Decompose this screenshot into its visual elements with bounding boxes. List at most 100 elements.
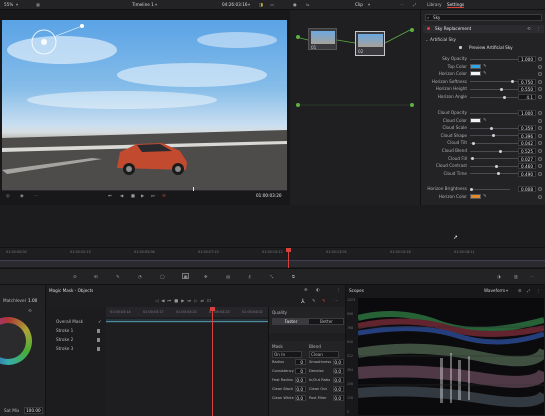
mask-playhead-head[interactable] [210,307,215,311]
preview-checkbox[interactable] [459,46,462,49]
cloud-blend-knob[interactable] [498,149,502,153]
track-mode-icon[interactable] [97,329,100,333]
scopes-expand-icon[interactable]: ⤢ [527,288,530,293]
scopes-settings-icon[interactable]: ⚙ [518,288,522,293]
waveform-icon[interactable]: ◑ [497,274,501,279]
tab-settings[interactable]: Settings [447,2,465,8]
wheel-reset-icon[interactable]: ⟲ [28,308,32,313]
track-mode-icon[interactable] [97,347,100,351]
fullscreen-icon[interactable]: ⤢ [413,2,416,7]
node-output-dot-2[interactable] [410,103,414,107]
cloud-scale-knob[interactable] [489,126,493,130]
viewer-scrub-bar[interactable] [2,190,287,191]
horizon-height-reset-icon[interactable] [538,87,542,92]
mask-setting-value[interactable]: 0 [295,359,306,365]
tracker-icon[interactable]: ✥ [204,274,208,279]
mode-a-select[interactable]: On In [272,351,302,358]
track-reverse-icon[interactable]: ◀ [161,298,164,303]
horizon-brightness-slider[interactable] [470,187,510,191]
node-editor[interactable]: 01 02 [290,10,420,205]
timeline-dropdown-icon[interactable]: ▾ [155,2,157,7]
sizing-icon[interactable]: ⤡ [270,274,273,279]
timeline-track[interactable] [0,260,545,267]
cloud-scale-value[interactable]: 0.359 [518,125,536,132]
horizon-softness-knob[interactable] [511,80,515,84]
horizon-brightness-knob[interactable] [470,187,474,191]
reverse-icon[interactable]: ◀ [120,193,123,198]
cloud-fill-value[interactable]: 0.027 [518,155,536,162]
clip-mode-select[interactable]: Clip [355,2,363,7]
horizon-color-picker-icon[interactable]: ✎ [483,193,487,198]
sync-icon[interactable]: ⇋ [306,2,310,7]
grid-view-icon[interactable]: ▦ [36,2,40,7]
node-input-dot[interactable] [296,35,300,39]
track-reverse-frame-icon[interactable]: ◁ [155,298,158,303]
layout-icon[interactable]: ▭ [270,2,274,7]
scopes-icon[interactable]: ▥ [514,274,518,279]
viewer-more-icon[interactable]: ⋯ [34,193,38,198]
color-wheels-icon[interactable]: ⊘ [73,274,77,279]
cloud-blend-value[interactable]: 0.525 [518,148,536,154]
node-view-icon[interactable]: ● [293,2,297,7]
horizon-height-knob[interactable] [500,87,504,91]
node-01[interactable]: 01 [308,28,337,50]
blur-icon[interactable]: ▤ [226,274,230,279]
magic-mask-menu-icon[interactable]: ⋮ [336,287,340,292]
zoom-level[interactable]: 55% [4,2,13,7]
mask-setting-value-2[interactable]: 0.0 [333,377,344,383]
3d-icon[interactable]: ⧉ [292,274,295,279]
cloud-blend-reset-icon[interactable] [538,149,542,153]
zoom-dropdown-icon[interactable]: ▾ [16,2,18,7]
stroke-subtract-icon[interactable]: ✎ [322,298,326,303]
person-select-icon[interactable]: ⅄ [301,298,305,305]
eyedropper-icon[interactable]: ✎ [116,274,120,279]
rgb-mixer-icon[interactable]: ⊞ [94,274,98,279]
cloud-tilt-reset-icon[interactable] [538,141,542,146]
tab-library[interactable]: Library [427,2,442,7]
sat-mix-value[interactable]: 100.00 [24,407,43,414]
comment-icon[interactable]: ◨ [259,2,263,7]
horizon-color-picker-icon[interactable]: ✎ [483,70,487,75]
skip-to-end-icon[interactable]: ⏭ [151,193,155,198]
marker-icon[interactable]: ▾ [248,2,250,7]
mask-setting-value[interactable]: 0.0 [295,386,306,392]
horizon-height-value[interactable]: 0.550 [518,86,536,93]
effect-reset-icon[interactable]: ⟲ [527,26,531,31]
mask-setting-value-2[interactable]: 0.0 [333,395,344,401]
track-zoom-icon[interactable]: ⊡ [207,298,211,303]
cloud-contrast-reset-icon[interactable] [538,164,542,169]
track-check-icon[interactable]: ✓ [98,319,102,324]
info-icon[interactable]: ⋯ [530,274,534,279]
track-forward-icon[interactable]: ▶ [181,298,184,303]
audio-icon[interactable]: ◉ [20,193,24,198]
horizon-color-swatch[interactable] [470,71,481,77]
key-icon[interactable]: ⚷ [248,274,251,279]
cloud-tilt-knob[interactable] [472,141,476,145]
stop-icon[interactable]: ■ [131,193,135,198]
scopes-mode-dropdown-icon[interactable]: ▾ [506,288,508,293]
loop-icon[interactable]: ⟲ [162,193,166,198]
top-color-swatch[interactable] [470,63,481,69]
stroke-add-icon[interactable]: ✎ [312,298,316,303]
sky-opacity-value[interactable]: 1.000 [518,56,536,62]
section-chevron-icon[interactable]: ⌄ [425,37,429,42]
cloud-opacity-value[interactable]: 1.000 [518,110,536,116]
effect-enabled-icon[interactable] [427,27,430,30]
tab-faster[interactable]: Faster [273,319,309,324]
timeline-playhead-head[interactable] [286,248,291,252]
viewer-options-icon[interactable]: ◎ [6,193,10,198]
horizon-brightness-reset-icon[interactable] [538,187,542,191]
horizon-color-reset-icon[interactable] [538,194,542,199]
track-mode-icon[interactable] [97,338,100,342]
cloud-time-reset-icon[interactable] [538,171,542,176]
track-next-icon[interactable]: ⏭ [187,298,191,303]
viewer-playhead[interactable] [193,187,194,191]
mask-mode-icon[interactable]: ⊕ [304,287,308,292]
mask-view-icon[interactable]: ◐ [316,287,320,292]
skip-to-start-icon[interactable]: ⏮ [108,193,112,198]
horizon-angle-value[interactable]: 4.1 [518,94,536,100]
node-output-dot[interactable] [410,28,414,32]
horizon-softness-reset-icon[interactable] [538,79,542,84]
horizon-color-reset-icon[interactable] [538,72,542,77]
mask-setting-value-2[interactable]: 0.0 [333,368,344,374]
